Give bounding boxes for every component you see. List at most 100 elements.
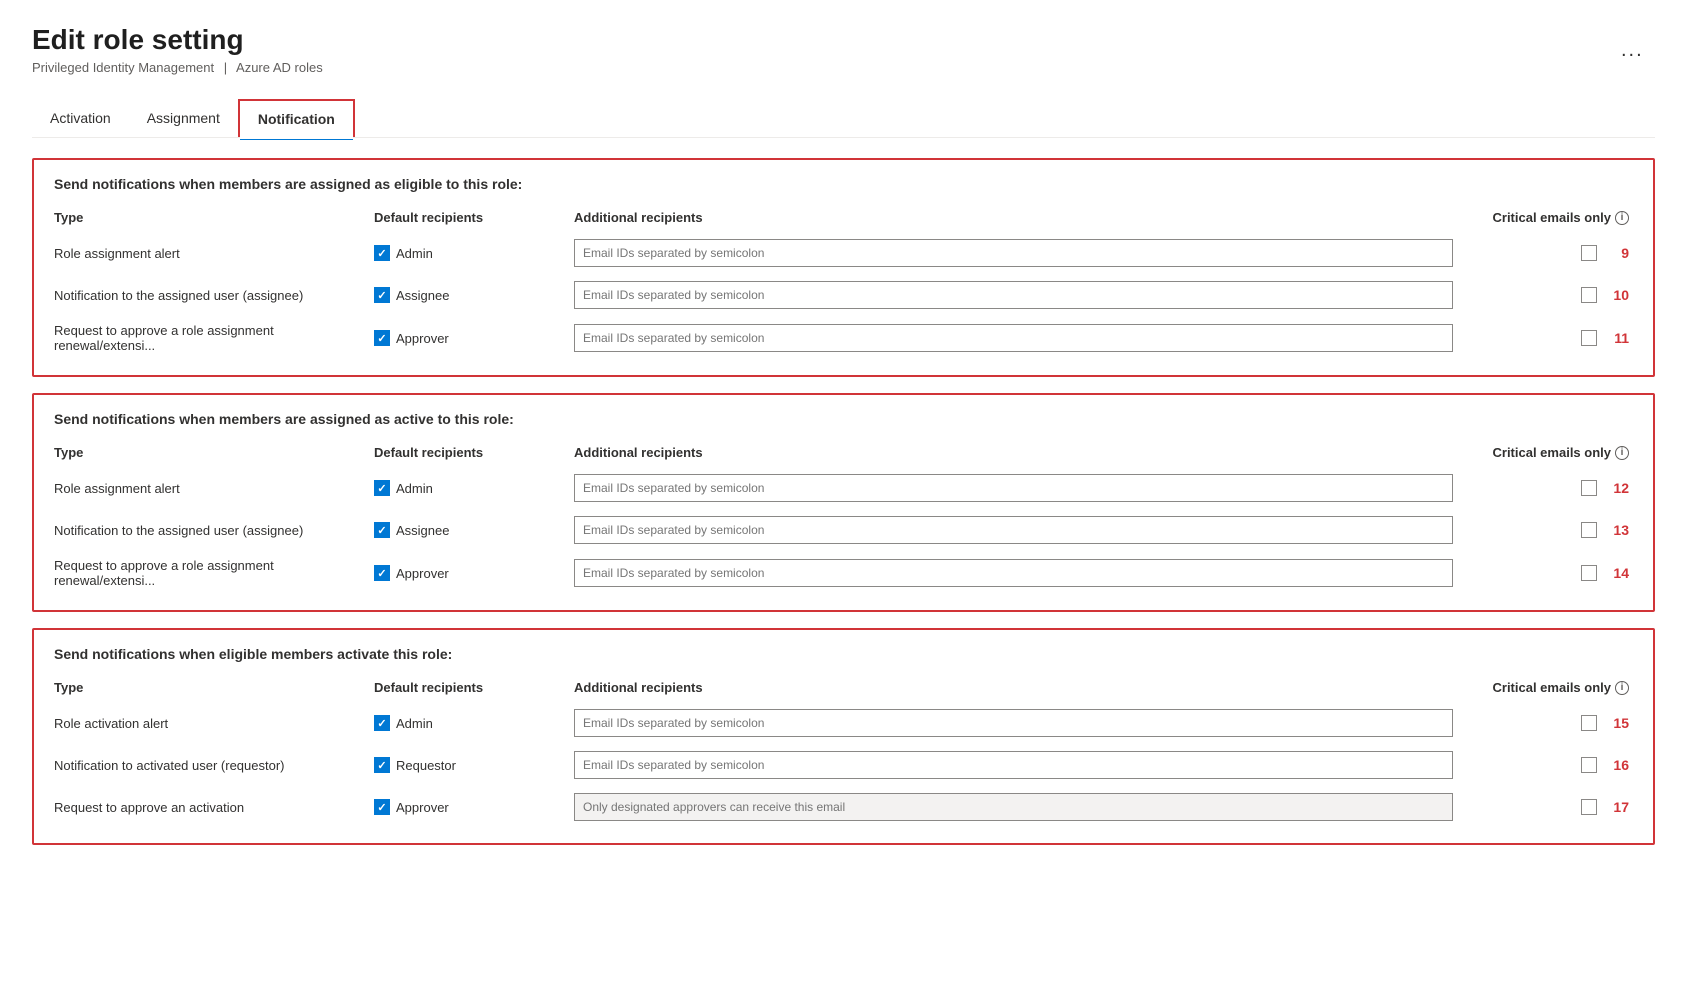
row-type: Notification to activated user (requesto… — [54, 758, 374, 773]
col-type: Type — [54, 445, 374, 460]
recipient-label: Assignee — [396, 288, 449, 303]
row-number: 9 — [1605, 245, 1629, 261]
critical-checkbox[interactable] — [1581, 245, 1597, 261]
row-type: Request to approve an activation — [54, 800, 374, 815]
email-input[interactable] — [574, 474, 1453, 502]
recipient-label: Approver — [396, 331, 449, 346]
col-type: Type — [54, 210, 374, 225]
tab-assignment[interactable]: Assignment — [129, 99, 238, 137]
critical-checkbox[interactable] — [1581, 287, 1597, 303]
row-default-recipient: Assignee — [374, 522, 574, 538]
email-input[interactable] — [574, 239, 1453, 267]
checkbox-checked[interactable] — [374, 287, 390, 303]
critical-checkbox[interactable] — [1581, 480, 1597, 496]
row-additional-recipients — [574, 709, 1453, 737]
critical-emails-label: Critical emails only — [1493, 210, 1612, 225]
row-additional-recipients — [574, 559, 1453, 587]
section-activate: Send notifications when eligible members… — [32, 628, 1655, 845]
row-additional-recipients — [574, 474, 1453, 502]
recipient-label: Admin — [396, 481, 433, 496]
section-title-eligible: Send notifications when members are assi… — [54, 176, 1633, 192]
table-row: Role activation alertAdmin15 — [54, 703, 1633, 743]
email-input[interactable] — [574, 516, 1453, 544]
page-subtitle: Privileged Identity Management | Azure A… — [32, 60, 1655, 75]
tab-notification[interactable]: Notification — [238, 99, 355, 137]
critical-checkbox[interactable] — [1581, 799, 1597, 815]
row-type: Request to approve a role assignment ren… — [54, 323, 374, 353]
critical-emails-label: Critical emails only — [1493, 445, 1612, 460]
email-input[interactable] — [574, 559, 1453, 587]
critical-emails-label: Critical emails only — [1493, 680, 1612, 695]
tab-active-underline — [240, 137, 353, 140]
ellipsis-menu[interactable]: ... — [1621, 39, 1644, 62]
critical-checkbox[interactable] — [1581, 715, 1597, 731]
critical-checkbox[interactable] — [1581, 522, 1597, 538]
row-number: 17 — [1605, 799, 1629, 815]
row-default-recipient: Admin — [374, 245, 574, 261]
row-default-recipient: Requestor — [374, 757, 574, 773]
table-row: Request to approve a role assignment ren… — [54, 552, 1633, 594]
checkbox-checked[interactable] — [374, 757, 390, 773]
checkbox-checked[interactable] — [374, 480, 390, 496]
row-number: 14 — [1605, 565, 1629, 581]
row-default-recipient: Approver — [374, 799, 574, 815]
table-header-active: TypeDefault recipientsAdditional recipie… — [54, 441, 1633, 468]
checkbox-checked[interactable] — [374, 715, 390, 731]
recipient-label: Admin — [396, 246, 433, 261]
row-additional-recipients — [574, 793, 1453, 821]
checkbox-checked[interactable] — [374, 245, 390, 261]
row-additional-recipients — [574, 516, 1453, 544]
col-critical-emails: Critical emails only i — [1453, 445, 1633, 460]
row-critical-cell: 10 — [1453, 287, 1633, 303]
tab-bar: Activation Assignment Notification — [32, 99, 1655, 138]
row-number: 10 — [1605, 287, 1629, 303]
col-critical-emails: Critical emails only i — [1453, 210, 1633, 225]
table-row: Request to approve an activation Approver… — [54, 787, 1633, 827]
row-type: Role assignment alert — [54, 481, 374, 496]
col-additional-recipients: Additional recipients — [574, 445, 1453, 460]
page-title: Edit role setting — [32, 24, 1655, 56]
critical-checkbox[interactable] — [1581, 565, 1597, 581]
checkbox-checked[interactable] — [374, 799, 390, 815]
row-default-recipient: Assignee — [374, 287, 574, 303]
info-icon[interactable]: i — [1615, 446, 1629, 460]
section-eligible: Send notifications when members are assi… — [32, 158, 1655, 377]
email-input[interactable] — [574, 751, 1453, 779]
row-default-recipient: Admin — [374, 715, 574, 731]
tab-activation[interactable]: Activation — [32, 99, 129, 137]
row-critical-cell: 14 — [1453, 565, 1633, 581]
table-row: Notification to the assigned user (assig… — [54, 275, 1633, 315]
email-input[interactable] — [574, 324, 1453, 352]
table-row: Request to approve a role assignment ren… — [54, 317, 1633, 359]
recipient-label: Approver — [396, 800, 449, 815]
section-title-activate: Send notifications when eligible members… — [54, 646, 1633, 662]
critical-checkbox[interactable] — [1581, 757, 1597, 773]
row-additional-recipients — [574, 751, 1453, 779]
info-icon[interactable]: i — [1615, 681, 1629, 695]
checkbox-checked[interactable] — [374, 330, 390, 346]
checkbox-checked[interactable] — [374, 565, 390, 581]
col-default-recipients: Default recipients — [374, 445, 574, 460]
email-input[interactable] — [574, 709, 1453, 737]
col-default-recipients: Default recipients — [374, 210, 574, 225]
section-title-active: Send notifications when members are assi… — [54, 411, 1633, 427]
row-default-recipient: Approver — [374, 330, 574, 346]
critical-checkbox[interactable] — [1581, 330, 1597, 346]
col-additional-recipients: Additional recipients — [574, 210, 1453, 225]
row-additional-recipients — [574, 281, 1453, 309]
row-type: Role activation alert — [54, 716, 374, 731]
row-additional-recipients — [574, 324, 1453, 352]
email-input[interactable] — [574, 281, 1453, 309]
info-icon[interactable]: i — [1615, 211, 1629, 225]
row-critical-cell: 11 — [1453, 330, 1633, 346]
row-default-recipient: Approver — [374, 565, 574, 581]
row-type: Request to approve a role assignment ren… — [54, 558, 374, 588]
checkbox-checked[interactable] — [374, 522, 390, 538]
row-critical-cell: 9 — [1453, 245, 1633, 261]
row-type: Notification to the assigned user (assig… — [54, 288, 374, 303]
row-number: 12 — [1605, 480, 1629, 496]
recipient-label: Admin — [396, 716, 433, 731]
recipient-label: Assignee — [396, 523, 449, 538]
col-critical-emails: Critical emails only i — [1453, 680, 1633, 695]
row-type: Role assignment alert — [54, 246, 374, 261]
